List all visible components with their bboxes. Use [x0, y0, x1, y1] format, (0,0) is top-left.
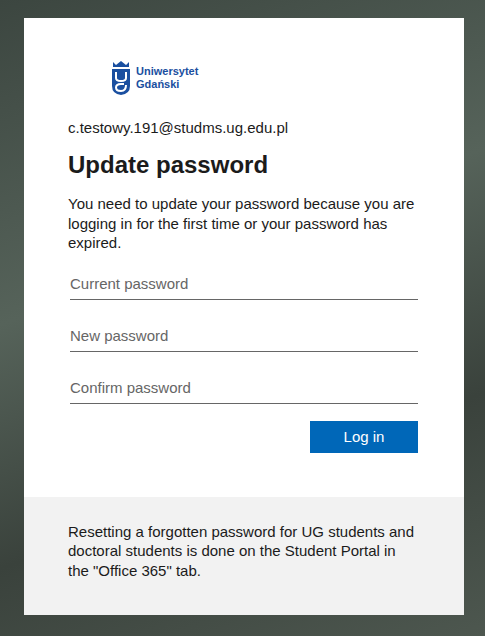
password-field[interactable] [70, 268, 418, 300]
actions: Log in [68, 421, 418, 453]
password-form [68, 268, 418, 404]
description: You need to update your password because… [68, 194, 418, 253]
logo-line: Uniwersytet [136, 65, 198, 78]
password-field[interactable] [70, 320, 418, 352]
logo-text: Uniwersytet Gdański [136, 65, 198, 91]
logo-line: Gdański [136, 78, 198, 91]
university-logo: Uniwersytet Gdański [110, 60, 418, 96]
login-page: Uniwersytet Gdański c.testowy.191@studms… [0, 0, 485, 636]
page-title: Update password [68, 150, 418, 180]
card-body: Uniwersytet Gdański c.testowy.191@studms… [24, 18, 464, 497]
login-card: Uniwersytet Gdański c.testowy.191@studms… [24, 18, 464, 615]
footer-note: Resetting a forgotten password for UG st… [24, 497, 464, 616]
login-button[interactable]: Log in [310, 421, 418, 453]
university-emblem-icon [110, 60, 132, 96]
password-field[interactable] [70, 372, 418, 404]
account-email: c.testowy.191@studms.ug.edu.pl [68, 118, 418, 137]
